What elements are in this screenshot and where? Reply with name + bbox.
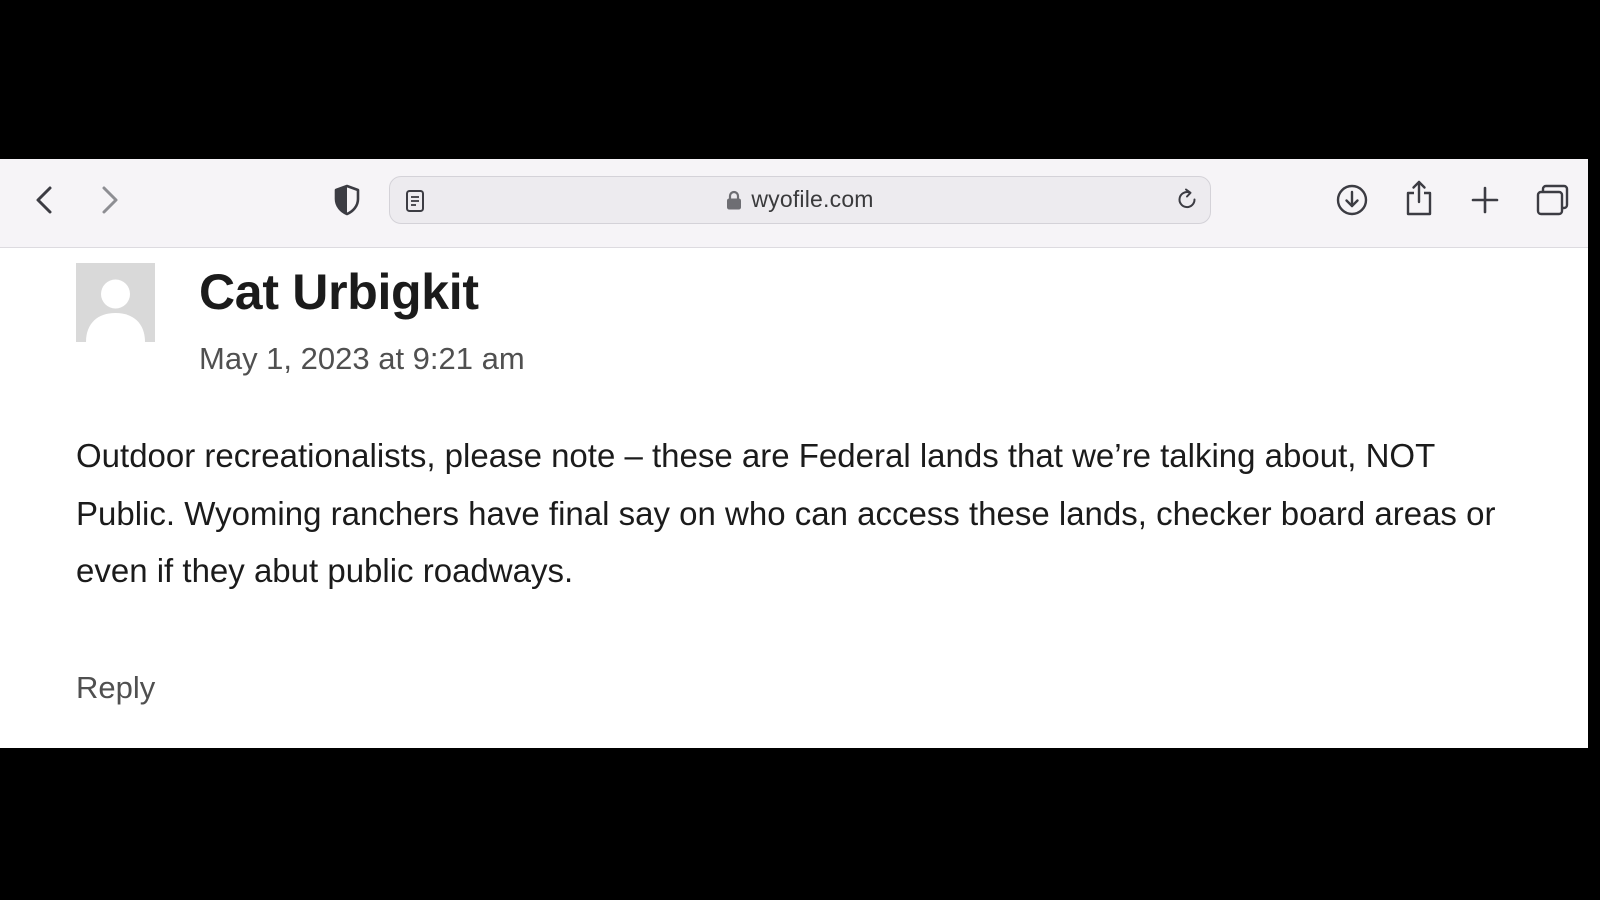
address-bar[interactable]: wyofile.com: [389, 176, 1211, 224]
default-user-icon: [86, 279, 145, 342]
forward-icon: [102, 186, 118, 214]
avatar: [76, 263, 155, 342]
new-tab-icon: [1471, 186, 1499, 214]
lock-icon: [727, 190, 742, 209]
privacy-shield-icon: [334, 184, 360, 216]
tabs-overview-button[interactable]: [1531, 178, 1575, 222]
back-icon: [36, 186, 52, 214]
comment-date[interactable]: May 1, 2023 at 9:21 am: [199, 341, 525, 377]
browser-window: wyofile.com Cat Urbigkit May 1, 2023 at …: [0, 159, 1588, 748]
download-icon: [1336, 184, 1368, 216]
comment-body: Outdoor recreationalists, please note – …: [76, 437, 1496, 589]
tabs-overview-icon: [1536, 184, 1569, 216]
downloads-button[interactable]: [1330, 178, 1374, 222]
share-icon: [1406, 180, 1432, 216]
url-display[interactable]: wyofile.com: [390, 177, 1210, 222]
back-button[interactable]: [23, 178, 67, 222]
comment-author[interactable]: Cat Urbigkit: [199, 263, 479, 321]
reload-icon[interactable]: [1174, 187, 1200, 213]
share-button[interactable]: [1397, 176, 1441, 220]
forward-button[interactable]: [87, 178, 131, 222]
reply-link[interactable]: Reply: [76, 670, 155, 706]
privacy-report-button[interactable]: [325, 178, 369, 222]
browser-toolbar: wyofile.com: [0, 159, 1588, 248]
url-text: wyofile.com: [751, 186, 874, 212]
new-tab-button[interactable]: [1463, 178, 1507, 222]
